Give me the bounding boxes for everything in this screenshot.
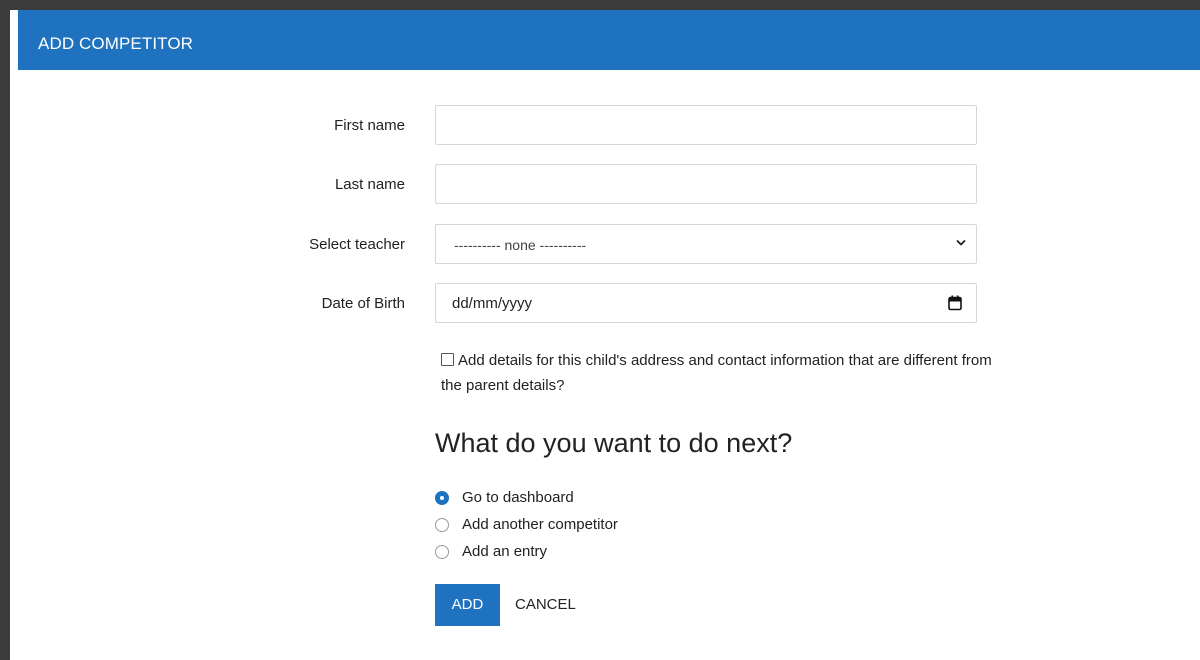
contact-details-label: Add details for this child's address and… (441, 352, 992, 394)
add-button[interactable]: ADD (435, 584, 500, 626)
calendar-icon[interactable] (948, 295, 962, 311)
contact-details-option[interactable]: Add details for this child's address and… (441, 348, 1001, 398)
first-name-row: First name (10, 105, 405, 147)
radio-dashboard[interactable] (435, 491, 449, 505)
radio-add-competitor-label: Add another competitor (462, 516, 618, 533)
contact-details-checkbox[interactable] (441, 353, 454, 366)
dob-label: Date of Birth (321, 295, 405, 312)
teacher-select[interactable]: ---------- none ---------- (435, 224, 977, 264)
last-name-field[interactable] (435, 164, 977, 204)
teacher-label: Select teacher (309, 236, 405, 253)
form-content: First name Last name Select teacher ----… (10, 10, 1200, 660)
dob-field[interactable]: dd/mm/yyyy (435, 283, 977, 323)
cancel-button[interactable]: CANCEL (515, 584, 576, 626)
teacher-select-value: ---------- none ---------- (454, 237, 587, 253)
radio-dashboard-label: Go to dashboard (462, 489, 574, 506)
chevron-down-icon (956, 240, 966, 246)
first-name-field[interactable] (435, 105, 977, 145)
last-name-row: Last name (10, 164, 405, 206)
last-name-label: Last name (334, 176, 405, 193)
last-name-input[interactable] (436, 165, 976, 203)
first-name-input[interactable] (436, 106, 976, 144)
radio-add-competitor[interactable] (435, 518, 449, 532)
add-competitor-dialog: ADD COMPETITOR First name Last name Sele… (10, 10, 1200, 660)
teacher-row: Select teacher (10, 224, 405, 266)
dob-row: Date of Birth (10, 283, 405, 325)
radio-add-entry[interactable] (435, 545, 449, 559)
first-name-label: First name (334, 117, 405, 134)
next-step-heading: What do you want to do next? (435, 428, 793, 458)
radio-add-entry-label: Add an entry (462, 543, 548, 560)
dob-value: dd/mm/yyyy (452, 295, 533, 312)
